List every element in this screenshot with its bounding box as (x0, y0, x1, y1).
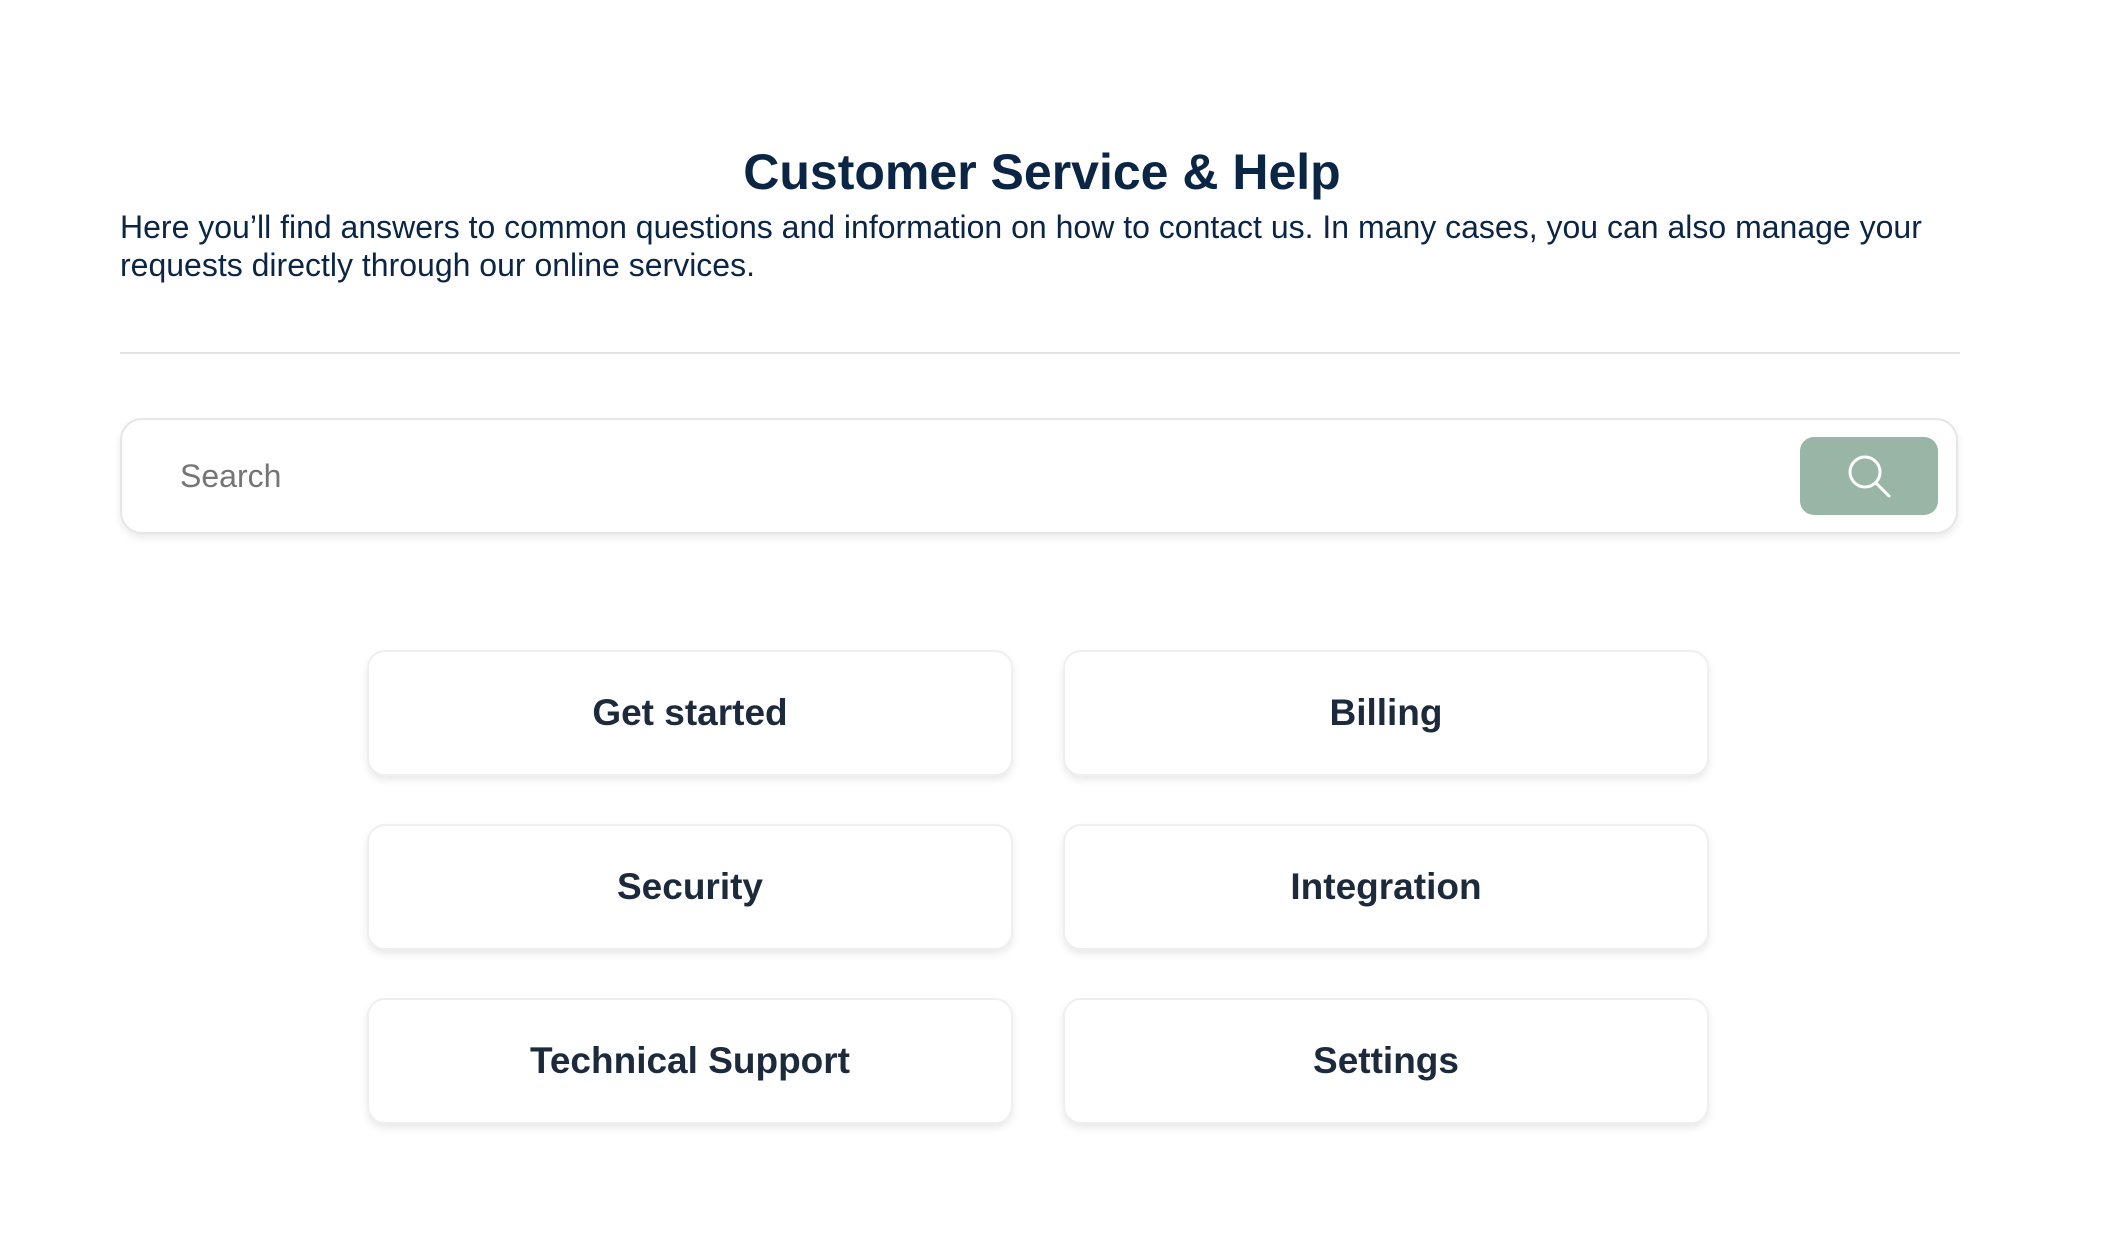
category-card-security[interactable]: Security (367, 824, 1013, 950)
page-title: Customer Service & Help (743, 144, 1341, 200)
search-bar (120, 418, 1958, 534)
category-label: Security (616, 866, 763, 907)
category-card-integration[interactable]: Integration (1063, 824, 1709, 950)
category-card-get-started[interactable]: Get started (367, 650, 1013, 776)
search-button[interactable] (1800, 437, 1938, 515)
search-icon (1845, 452, 1893, 500)
category-card-technical-support[interactable]: Technical Support (367, 998, 1013, 1124)
category-label: Get started (592, 692, 788, 733)
search-input[interactable] (180, 440, 1780, 512)
category-card-settings[interactable]: Settings (1063, 998, 1709, 1124)
category-label: Integration (1290, 866, 1482, 907)
divider (120, 352, 1960, 354)
category-label: Billing (1329, 692, 1443, 733)
category-grid: Get started Billing Security Integration… (367, 650, 1713, 1124)
category-label: Settings (1313, 1040, 1459, 1081)
intro-text: Here you’ll find answers to common quest… (120, 209, 1922, 283)
category-card-billing[interactable]: Billing (1063, 650, 1709, 776)
category-label: Technical Support (529, 1040, 850, 1081)
